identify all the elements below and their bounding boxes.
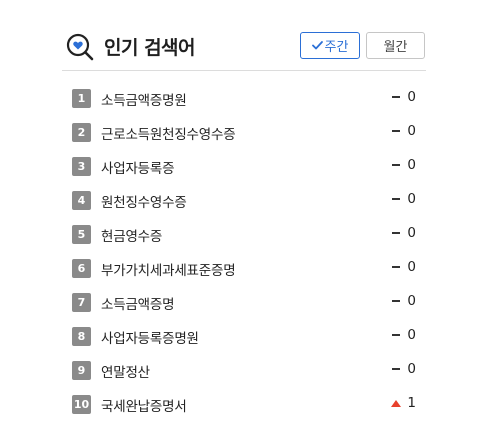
rank-change-value: 0 [407,157,416,173]
rank-badge: 7 [72,293,91,312]
popular-keywords-panel: 인기 검색어 주간 월간 1 소득금액증명원 0 2 근로소득원천징수영수증 0 3 사업자등… [62,28,426,415]
rank-badge: 1 [72,89,91,108]
no-change-dash-icon [392,130,400,132]
no-change-dash-icon [392,198,400,200]
no-change-dash-icon [392,164,400,166]
rank-badge: 8 [72,327,91,346]
rank-badge: 9 [72,361,91,380]
rank-badge: 6 [72,259,91,278]
keyword-link[interactable]: 부가가치세과세표준증명 [101,259,236,279]
panel-header: 인기 검색어 주간 월간 [62,28,426,66]
header-divider [62,70,426,71]
no-change-dash-icon [392,266,400,268]
rank-change: 0 [391,123,416,139]
rank-change-value: 0 [407,89,416,105]
rank-change: 0 [391,361,416,377]
rank-change-value: 0 [407,123,416,139]
rank-change-value: 1 [407,395,416,411]
keyword-link[interactable]: 소득금액증명 [101,293,175,313]
weekly-toggle-label: 주간 [324,40,349,55]
rank-badge: 4 [72,191,91,210]
keyword-row[interactable]: 4 원천징수영수증 0 [72,189,416,223]
rank-change-value: 0 [407,259,416,275]
keyword-row[interactable]: 1 소득금액증명원 0 [72,87,416,121]
keyword-link[interactable]: 소득금액증명원 [101,89,187,109]
no-change-dash-icon [392,368,400,370]
monthly-toggle-button[interactable]: 월간 [366,32,425,59]
rank-change: 0 [391,89,416,105]
search-heart-icon [66,33,94,61]
rank-change-value: 0 [407,361,416,377]
keyword-link[interactable]: 근로소득원천징수영수증 [101,123,236,143]
rank-badge: 2 [72,123,91,142]
panel-title: 인기 검색어 [104,37,196,59]
keyword-link[interactable]: 연말정산 [101,361,150,381]
rank-change: 1 [391,395,416,411]
rank-change-value: 0 [407,191,416,207]
rank-change: 0 [391,191,416,207]
keyword-link[interactable]: 국세완납증명서 [101,395,187,415]
rank-change: 0 [391,259,416,275]
keyword-row[interactable]: 3 사업자등록증 0 [72,155,416,189]
keyword-list: 1 소득금액증명원 0 2 근로소득원천징수영수증 0 3 사업자등록증 0 4 원천징수영수증 0 5… [72,87,416,427]
keyword-row[interactable]: 2 근로소득원천징수영수증 0 [72,121,416,155]
rank-badge: 3 [72,157,91,176]
monthly-toggle-label: 월간 [383,40,408,55]
no-change-dash-icon [392,232,400,234]
keyword-row[interactable]: 5 현금영수증 0 [72,223,416,257]
no-change-dash-icon [392,300,400,302]
rank-badge: 10 [72,395,91,414]
keyword-row[interactable]: 6 부가가치세과세표준증명 0 [72,257,416,291]
weekly-toggle-button[interactable]: 주간 [300,32,360,59]
keyword-link[interactable]: 사업자등록증 [101,157,175,177]
rank-change: 0 [391,293,416,309]
keyword-link[interactable]: 원천징수영수증 [101,191,187,211]
keyword-link[interactable]: 사업자등록증명원 [101,327,199,347]
rank-badge: 5 [72,225,91,244]
keyword-row[interactable]: 8 사업자등록증명원 0 [72,325,416,359]
rank-change-value: 0 [407,225,416,241]
keyword-row[interactable]: 9 연말정산 0 [72,359,416,393]
rank-change: 0 [391,327,416,343]
rank-change: 0 [391,225,416,241]
keyword-row[interactable]: 7 소득금액증명 0 [72,291,416,325]
check-icon [311,41,323,50]
up-arrow-icon [391,399,401,407]
rank-change-value: 0 [407,327,416,343]
keyword-link[interactable]: 현금영수증 [101,225,162,245]
no-change-dash-icon [392,96,400,98]
keyword-row[interactable]: 10 국세완납증명서 1 [72,393,416,427]
no-change-dash-icon [392,334,400,336]
rank-change-value: 0 [407,293,416,309]
rank-change: 0 [391,157,416,173]
